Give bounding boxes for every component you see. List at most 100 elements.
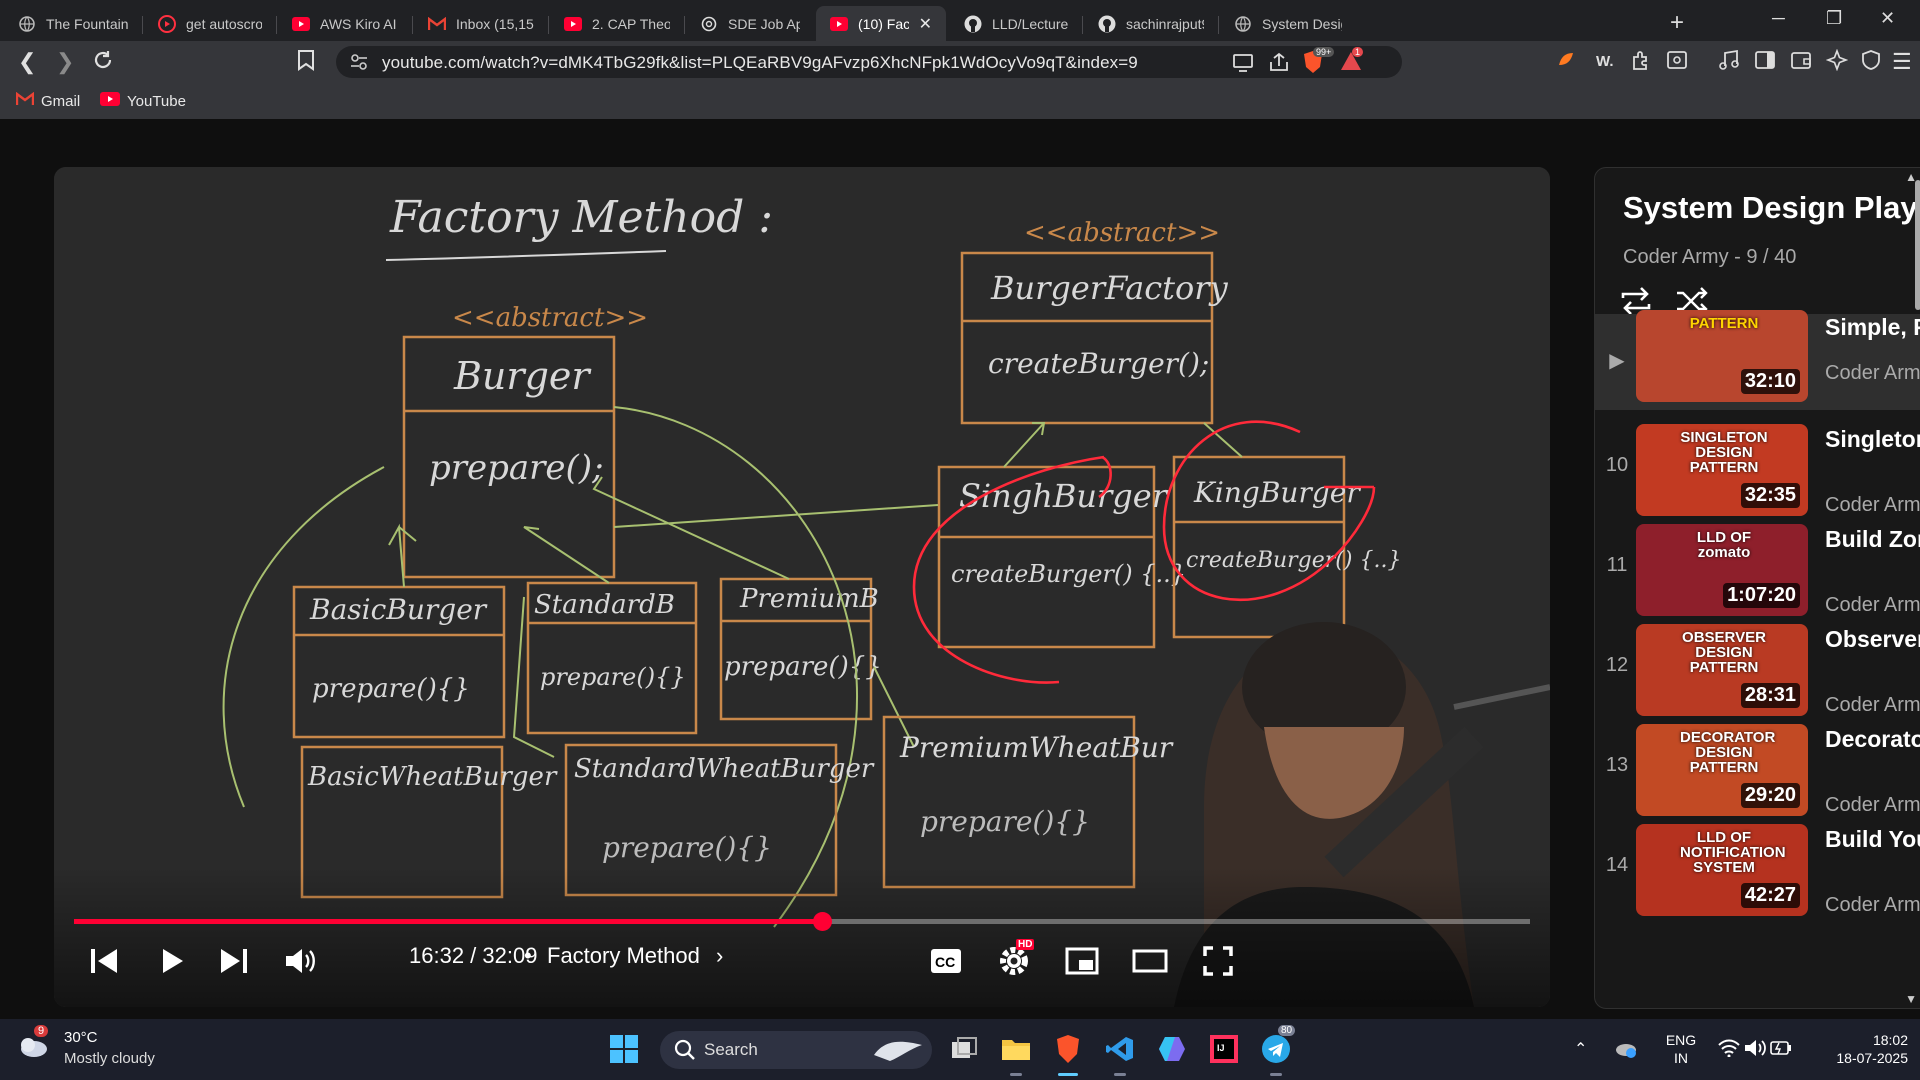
weather-cloud-icon[interactable]: 9 xyxy=(18,1025,49,1064)
intellij-icon[interactable]: IJ xyxy=(1206,1031,1242,1067)
channel-name: Coder Army xyxy=(1825,494,1920,516)
chapter-title[interactable]: Factory Method › xyxy=(547,943,723,969)
back-icon[interactable]: ❮ xyxy=(18,49,36,75)
playlist-title[interactable]: System Design Playlist xyxy=(1623,190,1920,226)
video-thumbnail: SINGLETON DESIGN PATTERN 32:35 xyxy=(1636,424,1808,516)
leo-extension-icon[interactable] xyxy=(1555,49,1577,77)
close-icon[interactable]: ✕ xyxy=(919,14,932,34)
tray-chevron-up-icon[interactable]: ⌃ xyxy=(1574,1039,1587,1059)
tab-lld-lecture[interactable]: LLD/Lecture 08 xyxy=(950,6,1082,41)
bookmark-gmail[interactable]: Gmail xyxy=(15,91,80,110)
rewards-triangle-icon[interactable]: 1 xyxy=(1340,47,1364,77)
playlist-item[interactable]: 13 DECORATOR DESIGN PATTERN 29:20 Decora… xyxy=(1595,720,1920,820)
youtube-icon xyxy=(830,15,848,33)
fullscreen-icon[interactable] xyxy=(1196,941,1240,981)
reload-icon[interactable] xyxy=(92,49,114,77)
sidebar-icon[interactable] xyxy=(1754,49,1776,77)
speaker-icon[interactable] xyxy=(1744,1039,1766,1062)
play-icon[interactable] xyxy=(152,941,192,981)
playlist-item[interactable]: 11 LLD OF zomato 1:07:20 Build Zomato Ap… xyxy=(1595,520,1920,620)
vscode-icon[interactable] xyxy=(1102,1031,1138,1067)
telegram-badge: 80 xyxy=(1278,1025,1296,1036)
shield-badge: 99+ xyxy=(1313,47,1335,57)
input-language[interactable]: ENG IN xyxy=(1656,1031,1706,1067)
brave-browser-icon[interactable] xyxy=(1050,1031,1086,1067)
media-icon[interactable] xyxy=(1718,49,1740,77)
site-settings-icon[interactable] xyxy=(350,53,368,76)
channel-name: Coder Army xyxy=(1825,362,1920,384)
settings-gear-icon[interactable]: HD xyxy=(992,939,1036,983)
tab-aws-kiro[interactable]: AWS Kiro AI IDE xyxy=(278,6,412,41)
previous-icon[interactable] xyxy=(84,941,124,981)
video-duration: 32:10 xyxy=(1740,369,1800,394)
address-bar[interactable]: youtube.com/watch?v=dMK4TbG29fk&list=PLQ… xyxy=(336,46,1402,78)
playlist-subtitle: Coder Army - 9 / 40 xyxy=(1623,246,1797,268)
premium-burger-class: PremiumB xyxy=(739,584,879,614)
tab-cap-theorem[interactable]: 2. CAP Theorem xyxy=(550,6,684,41)
taskbar-search[interactable]: Search xyxy=(660,1031,932,1069)
share-icon[interactable] xyxy=(1268,52,1290,77)
tab-title: The Fountainhe xyxy=(46,15,128,32)
tab-sde-job[interactable]: SDE Job Applica xyxy=(686,6,814,41)
forward-icon[interactable]: ❯ xyxy=(56,49,74,75)
progress-bar[interactable] xyxy=(74,912,1530,931)
svg-text:IJ: IJ xyxy=(1217,1043,1225,1053)
king-burger-class: KingBurger xyxy=(1193,476,1361,509)
clock[interactable]: 18:02 18-07-2025 xyxy=(1798,1031,1908,1067)
battery-icon[interactable] xyxy=(1770,1040,1792,1061)
new-tab-plus-icon[interactable]: + xyxy=(1670,9,1684,37)
thumbnail-text: LLD OF NOTIFICATION SYSTEM xyxy=(1680,829,1786,876)
theater-mode-icon[interactable] xyxy=(1128,941,1172,981)
youtube-icon xyxy=(100,92,120,110)
tab-autoscroll[interactable]: get autoscroll in xyxy=(144,6,276,41)
next-icon[interactable] xyxy=(214,941,254,981)
scrollbar-thumb[interactable] xyxy=(1915,180,1920,310)
window-close-icon[interactable]: ✕ xyxy=(1880,8,1895,29)
bookmark-youtube[interactable]: YouTube xyxy=(100,92,186,110)
vpn-icon[interactable] xyxy=(1860,49,1882,77)
screenshot-icon[interactable] xyxy=(1666,49,1688,77)
scroll-down-icon[interactable]: ▼ xyxy=(1905,992,1917,1006)
brave-shield-icon[interactable]: 99+ xyxy=(1302,47,1335,79)
video-title: Decorator Real-wor xyxy=(1825,726,1920,752)
weather-tray-icon[interactable] xyxy=(1614,1037,1638,1064)
windows-start-icon[interactable] xyxy=(606,1031,642,1067)
basic-burger-class: BasicBurger xyxy=(309,593,488,626)
file-explorer-icon[interactable] xyxy=(998,1031,1034,1067)
miniplayer-icon[interactable] xyxy=(1060,941,1104,981)
youtube-page: Factory Method : <<abstract>> Burger pre… xyxy=(0,119,1920,1019)
minimize-icon[interactable]: ─ xyxy=(1772,8,1785,29)
telegram-icon[interactable]: 80 xyxy=(1258,1025,1296,1067)
weather-description[interactable]: Mostly cloudy xyxy=(64,1050,155,1067)
item-index: 11 xyxy=(1606,554,1628,576)
cast-icon[interactable] xyxy=(1232,52,1254,77)
extensions-icon[interactable] xyxy=(1630,49,1652,77)
video-duration: 42:27 xyxy=(1740,883,1800,908)
tab-gmail-inbox[interactable]: Inbox (15,158) xyxy=(414,6,548,41)
captions-icon[interactable]: CC xyxy=(926,941,966,981)
video-duration: 1:07:20 xyxy=(1723,583,1800,608)
playlist-item[interactable]: 14 LLD OF NOTIFICATION SYSTEM 42:27 Buil… xyxy=(1595,820,1920,920)
wordtune-extension-icon[interactable]: W. xyxy=(1596,53,1614,70)
menu-icon[interactable]: ☰ xyxy=(1892,49,1912,75)
volume-icon[interactable] xyxy=(280,941,320,981)
weather-temperature[interactable]: 30°C xyxy=(64,1029,98,1046)
windows-taskbar: 9 30°C Mostly cloudy Search IJ 80 ⌃ ENG … xyxy=(0,1019,1920,1080)
bookmark-icon[interactable] xyxy=(297,49,315,77)
wifi-icon[interactable] xyxy=(1718,1039,1740,1062)
playlist-item[interactable]: ▶ PATTERN 32:10 Simple, F Coder Army xyxy=(1595,310,1920,410)
tab-factory-active[interactable]: (10) Factory ✕ xyxy=(816,6,946,41)
tab-system-design[interactable]: System Design xyxy=(1220,6,1356,41)
youtube-icon xyxy=(292,15,310,33)
playlist-item[interactable]: 10 SINGLETON DESIGN PATTERN 32:35 Single… xyxy=(1595,420,1920,520)
maximize-icon[interactable]: ❐ xyxy=(1826,8,1842,29)
wallet-icon[interactable] xyxy=(1790,49,1812,77)
copilot-icon[interactable] xyxy=(1154,1031,1190,1067)
video-player[interactable]: Factory Method : <<abstract>> Burger pre… xyxy=(54,167,1550,1007)
tab-sachinrajput[interactable]: sachinrajput98 xyxy=(1084,6,1218,41)
video-thumbnail: OBSERVER DESIGN PATTERN 28:31 xyxy=(1636,624,1808,716)
tab-the-fountainhead[interactable]: The Fountainhe xyxy=(4,6,142,41)
playlist-item[interactable]: 12 OBSERVER DESIGN PATTERN 28:31 Observe… xyxy=(1595,620,1920,720)
leo-ai-icon[interactable] xyxy=(1825,48,1849,77)
task-view-icon[interactable] xyxy=(946,1031,982,1067)
